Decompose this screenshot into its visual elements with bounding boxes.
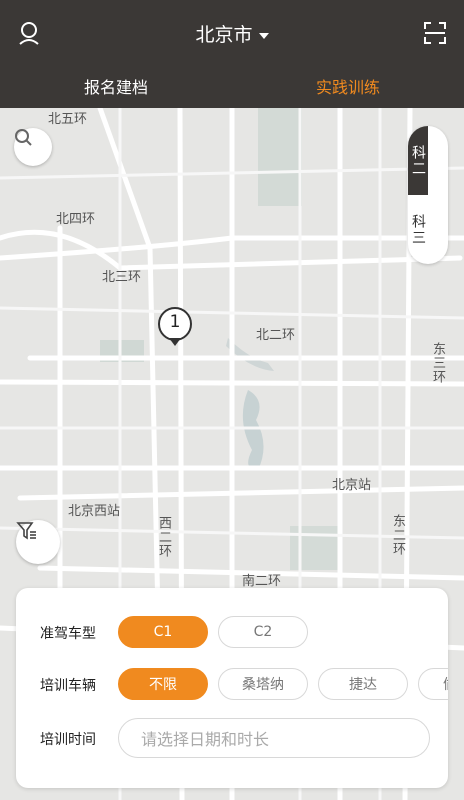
license-type-row: 准驾车型 C1 C2 <box>16 614 448 650</box>
subject-2-toggle[interactable]: 科二 <box>408 126 428 195</box>
lake-area <box>242 390 264 470</box>
date-duration-input[interactable]: 请选择日期和时长 <box>118 718 430 758</box>
map-label-beijing-station: 北京站 <box>332 478 372 493</box>
map-label-south-2nd-ring: 南二环 <box>242 574 282 589</box>
search-icon <box>15 129 32 146</box>
map-label-beijing-west-station: 北京西站 <box>68 504 121 519</box>
subject-3-toggle[interactable]: 科三 <box>408 195 428 264</box>
map-label-east-3rd-ring: 东三环 <box>430 342 445 384</box>
training-time-label: 培训时间 <box>40 732 96 748</box>
license-option-c1[interactable]: C1 <box>118 616 208 648</box>
scan-icon[interactable] <box>420 18 450 48</box>
city-name: 北京市 <box>195 24 253 46</box>
map-label-north-5th-ring: 北五环 <box>48 112 88 127</box>
vehicle-option-any[interactable]: 不限 <box>118 668 208 700</box>
map-label-north-3rd-ring: 北三环 <box>102 270 142 285</box>
caret-down-icon <box>258 32 269 39</box>
city-selector[interactable]: 北京市 <box>0 20 464 47</box>
vehicle-label: 培训车辆 <box>40 678 96 694</box>
map-label-west-2nd-ring: 西二环 <box>156 516 171 558</box>
tab-registration[interactable]: 报名建档 <box>16 74 216 98</box>
map-label-north-4th-ring: 北四环 <box>56 212 96 227</box>
filter-icon <box>16 522 36 540</box>
filter-panel: 准驾车型 C1 C2 培训车辆 不限 桑塔纳 捷达 偷 培训时间 请选择日期和时… <box>16 588 448 788</box>
license-option-c2[interactable]: C2 <box>218 616 308 648</box>
map-label-east-2nd-ring: 东二环 <box>390 514 405 556</box>
vehicle-option-santana[interactable]: 桑塔纳 <box>218 668 308 700</box>
top-header: 北京市 报名建档 实践训练 <box>0 0 464 108</box>
vehicle-row: 培训车辆 不限 桑塔纳 捷达 偷 <box>16 666 448 702</box>
training-time-row: 培训时间 请选择日期和时长 <box>16 718 448 758</box>
park-area <box>290 526 338 570</box>
marker-count: 1 <box>169 312 181 332</box>
park-area <box>258 108 302 206</box>
map-search-button[interactable] <box>14 128 52 166</box>
vehicle-option-jetta[interactable]: 捷达 <box>318 668 408 700</box>
map-label-north-2nd-ring: 北二环 <box>256 328 296 343</box>
filter-button[interactable] <box>16 520 60 564</box>
vehicle-option-more[interactable]: 偷 <box>418 668 448 700</box>
tab-practice-training[interactable]: 实践训练 <box>248 74 448 98</box>
license-type-label: 准驾车型 <box>40 626 96 642</box>
location-marker[interactable]: 1 <box>155 306 195 354</box>
subject-switch: 科二 科三 <box>408 126 448 264</box>
